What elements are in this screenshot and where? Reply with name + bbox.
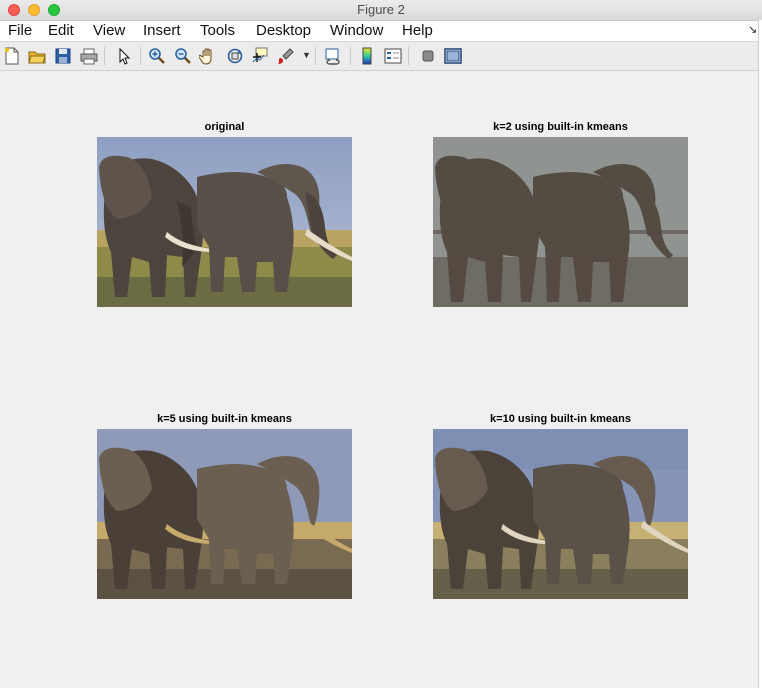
print-icon[interactable] xyxy=(80,47,98,65)
toolbar-separator xyxy=(315,47,316,65)
image-k2[interactable] xyxy=(433,137,688,307)
toolbar-separator xyxy=(408,47,409,65)
save-icon[interactable] xyxy=(54,47,72,65)
window-right-edge xyxy=(758,20,762,688)
legend-icon[interactable] xyxy=(384,47,402,65)
menu-view[interactable]: View xyxy=(93,22,125,39)
toolbar-separator xyxy=(104,47,105,65)
zoom-out-icon[interactable] xyxy=(174,47,192,65)
colorbar-icon[interactable] xyxy=(358,47,376,65)
window-titlebar: Figure 2 xyxy=(0,0,762,21)
subplot-title-original: original xyxy=(204,121,245,133)
subplot-title-k5: k=5 using built-in kmeans xyxy=(157,413,292,425)
menu-window[interactable]: Window xyxy=(330,22,383,39)
link-plot-icon[interactable] xyxy=(325,47,343,65)
window-title: Figure 2 xyxy=(357,2,405,17)
image-k5[interactable] xyxy=(97,429,352,599)
image-original[interactable] xyxy=(97,137,352,307)
new-figure-icon[interactable] xyxy=(3,47,21,65)
toolbar-separator xyxy=(140,47,141,65)
brush-icon[interactable] xyxy=(277,47,295,65)
data-cursor-icon[interactable] xyxy=(251,47,269,65)
image-k10[interactable] xyxy=(433,429,688,599)
show-plot-tools-icon[interactable] xyxy=(444,47,462,65)
zoom-in-icon[interactable] xyxy=(148,47,166,65)
dock-arrow-icon[interactable]: ↘ xyxy=(748,23,757,36)
subplot-title-k2: k=2 using built-in kmeans xyxy=(493,121,628,133)
pan-icon[interactable] xyxy=(199,47,217,65)
figure-toolbar: ▼ xyxy=(0,42,762,71)
toolbar-separator xyxy=(350,47,351,65)
subplot-title-k10: k=10 using built-in kmeans xyxy=(490,413,631,425)
menu-insert[interactable]: Insert xyxy=(143,22,181,39)
pointer-icon[interactable] xyxy=(115,47,133,65)
rotate-3d-icon[interactable] xyxy=(226,47,244,65)
dropdown-arrow-icon[interactable]: ▼ xyxy=(302,50,311,60)
hide-plot-tools-icon[interactable] xyxy=(419,47,437,65)
open-file-icon[interactable] xyxy=(28,47,46,65)
menu-bar: File Edit View Insert Tools Desktop Wind… xyxy=(0,21,762,42)
menu-help[interactable]: Help xyxy=(402,22,433,39)
menu-desktop[interactable]: Desktop xyxy=(256,22,311,39)
menu-edit[interactable]: Edit xyxy=(48,22,74,39)
menu-tools[interactable]: Tools xyxy=(200,22,235,39)
menu-file[interactable]: File xyxy=(8,22,32,39)
